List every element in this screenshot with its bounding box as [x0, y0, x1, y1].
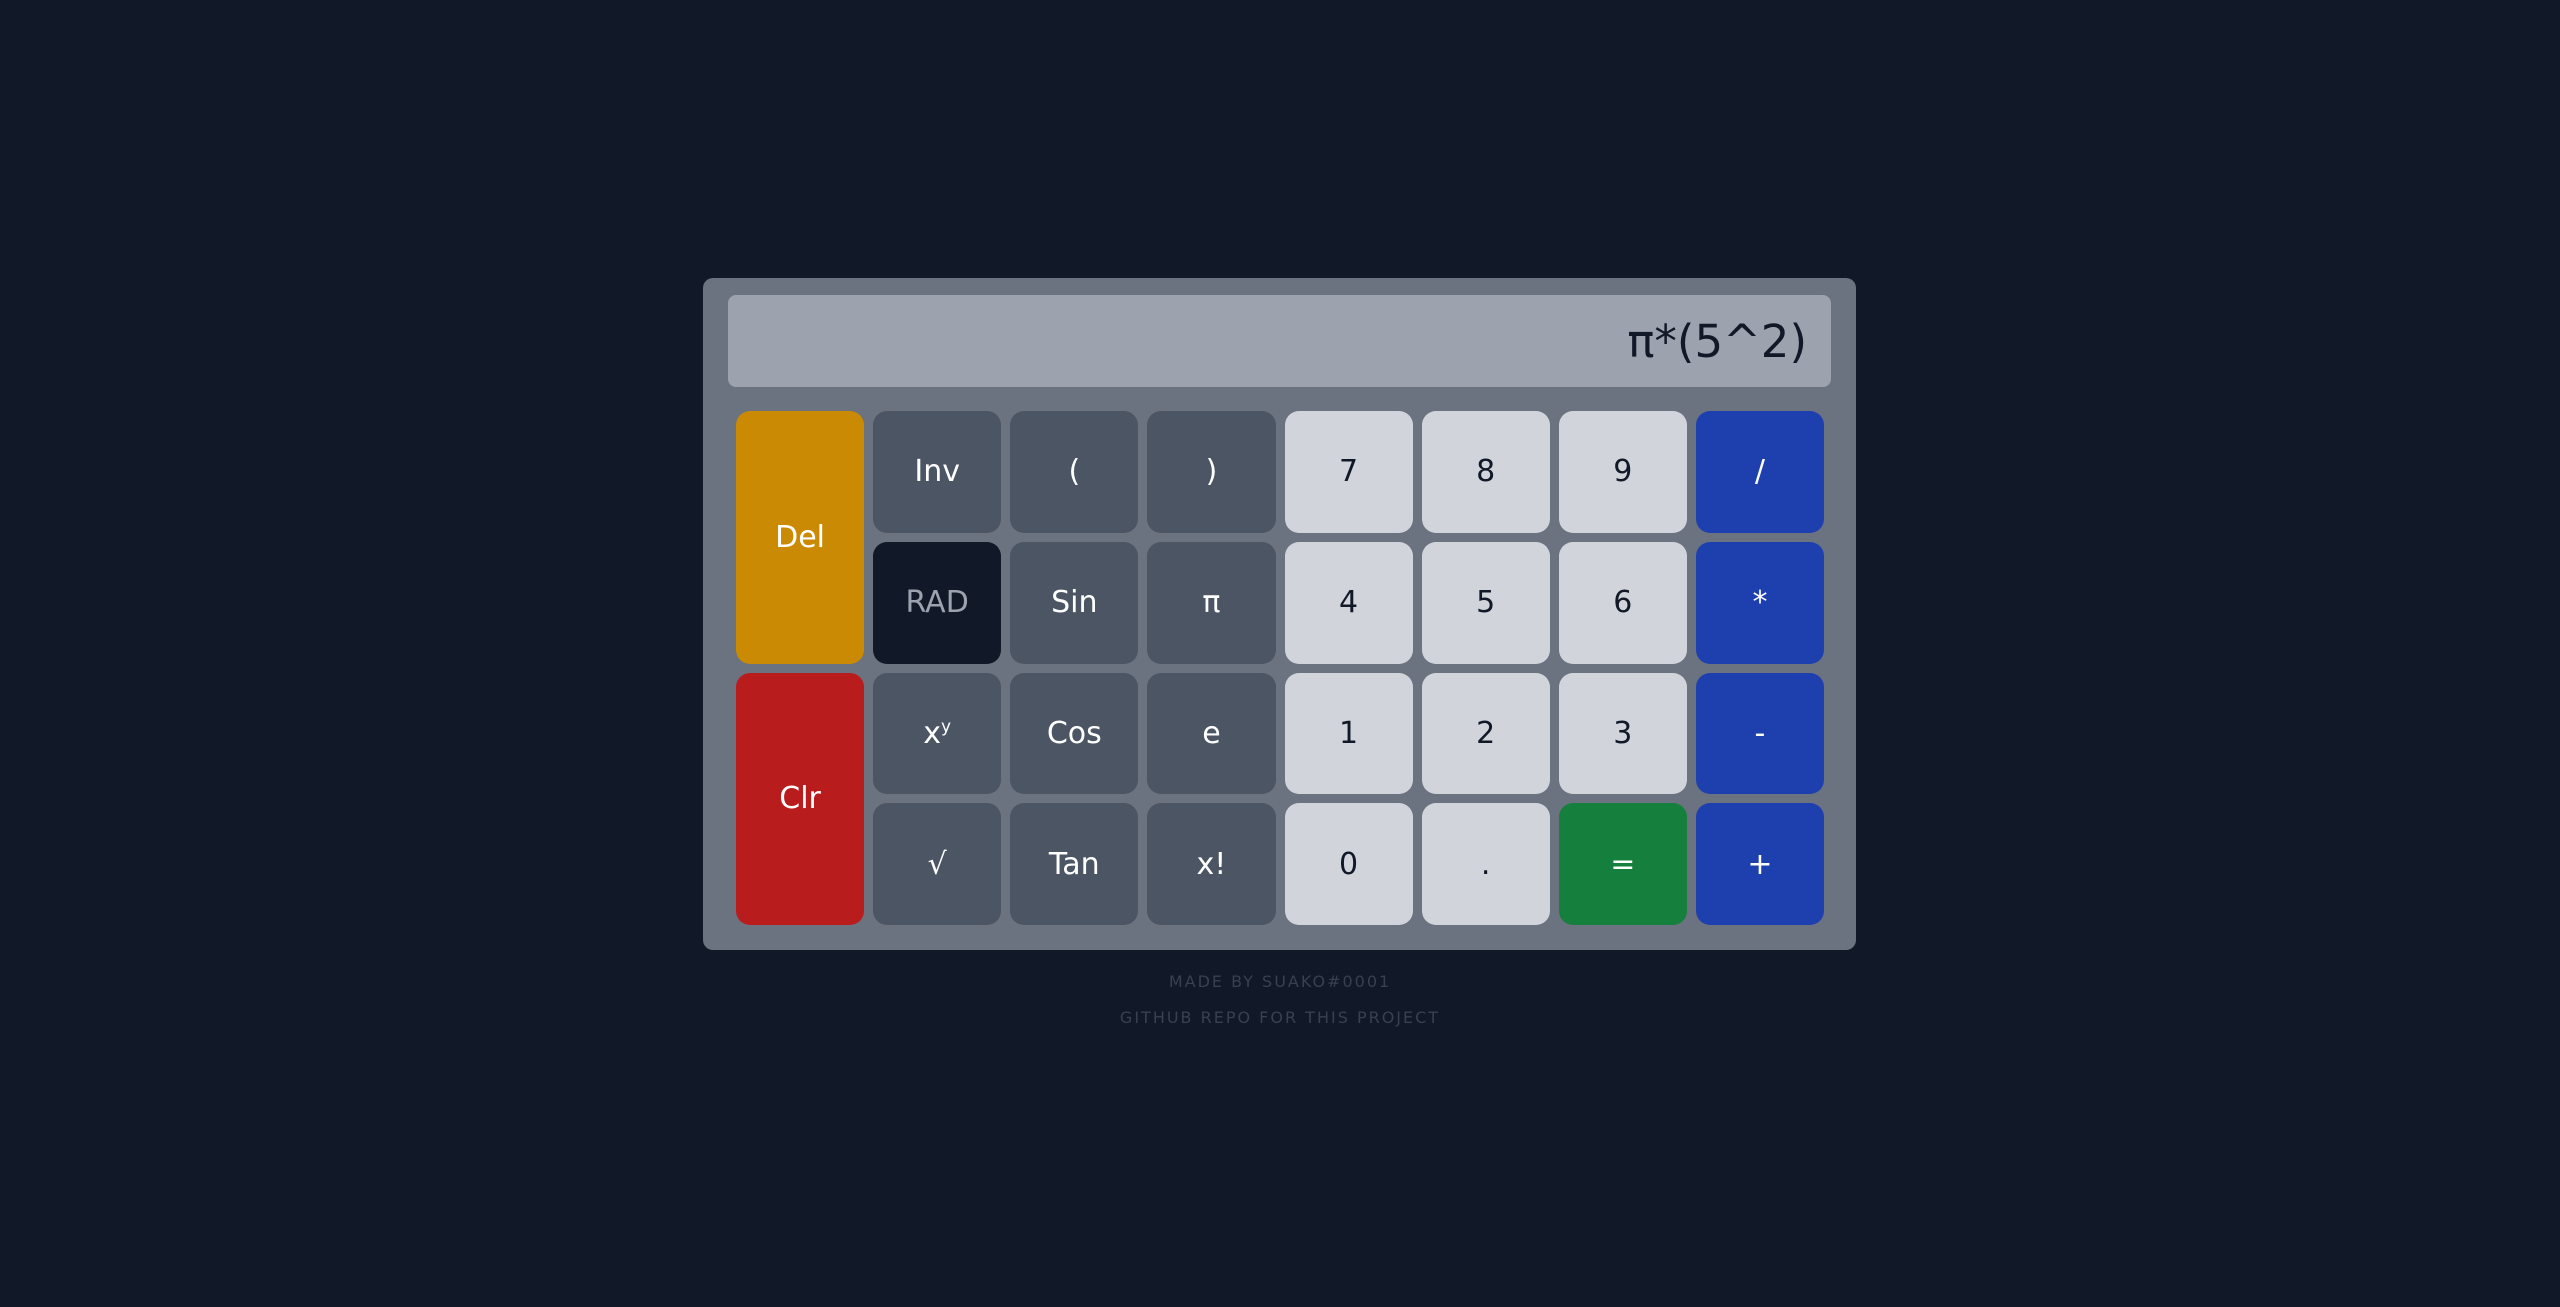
digit-7-button[interactable]: 7 [1284, 411, 1413, 533]
github-repo-link[interactable]: GITHUB REPO FOR THIS PROJECT [0, 1008, 2560, 1027]
clear-button[interactable]: Clr [736, 672, 865, 925]
divide-button[interactable]: / [1695, 411, 1824, 533]
calculator: π*(5^2) Del Clr Inv ( ) 7 8 9 / RAD Sin … [703, 278, 1856, 950]
equals-button[interactable]: = [1558, 803, 1687, 925]
euler-button[interactable]: e [1147, 672, 1276, 795]
keypad: Del Clr Inv ( ) 7 8 9 / RAD Sin π 4 5 6 … [736, 411, 1824, 925]
calculator-display: π*(5^2) [728, 295, 1831, 387]
close-paren-button[interactable]: ) [1147, 411, 1276, 533]
digit-4-button[interactable]: 4 [1284, 541, 1413, 664]
decimal-point-button[interactable]: . [1421, 803, 1550, 925]
digit-5-button[interactable]: 5 [1421, 541, 1550, 664]
open-paren-button[interactable]: ( [1010, 411, 1139, 533]
cos-button[interactable]: Cos [1010, 672, 1139, 795]
digit-0-button[interactable]: 0 [1284, 803, 1413, 925]
sin-button[interactable]: Sin [1010, 541, 1139, 664]
power-button[interactable]: xy [873, 672, 1002, 795]
digit-9-button[interactable]: 9 [1558, 411, 1687, 533]
delete-button[interactable]: Del [736, 411, 865, 664]
tan-button[interactable]: Tan [1010, 803, 1139, 925]
digit-6-button[interactable]: 6 [1558, 541, 1687, 664]
minus-button[interactable]: - [1695, 672, 1824, 795]
plus-button[interactable]: + [1695, 803, 1824, 925]
factorial-button[interactable]: x! [1147, 803, 1276, 925]
multiply-button[interactable]: * [1695, 541, 1824, 664]
rad-mode-button[interactable]: RAD [873, 541, 1002, 664]
power-base: x [923, 715, 942, 751]
credit-text: MADE BY SUAKO#0001 [1168, 972, 1392, 991]
inverse-button[interactable]: Inv [873, 411, 1002, 533]
sqrt-button[interactable]: √ [873, 803, 1002, 925]
digit-1-button[interactable]: 1 [1284, 672, 1413, 795]
pi-button[interactable]: π [1147, 541, 1276, 664]
display-expression: π*(5^2) [1627, 314, 1807, 368]
digit-3-button[interactable]: 3 [1558, 672, 1687, 795]
digit-2-button[interactable]: 2 [1421, 672, 1550, 795]
digit-8-button[interactable]: 8 [1421, 411, 1550, 533]
power-exponent: y [941, 717, 952, 738]
